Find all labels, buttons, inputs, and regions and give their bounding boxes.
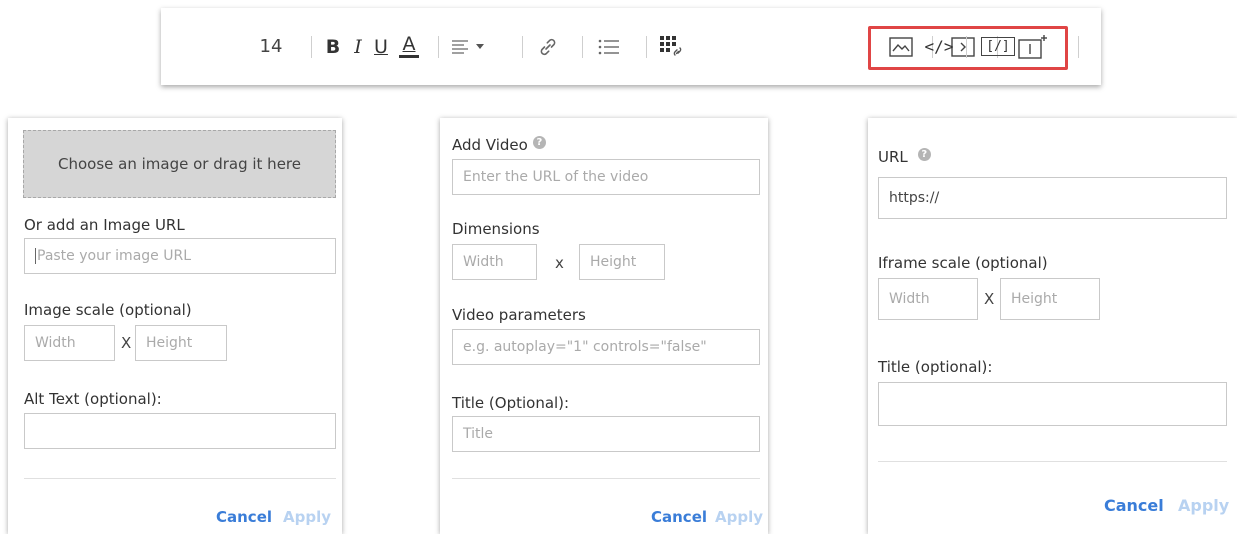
video-title-placeholder: Title (463, 426, 494, 442)
toolbar-divider (582, 36, 583, 58)
video-url-placeholder: Enter the URL of the video (463, 169, 649, 185)
align-left-icon (452, 39, 484, 54)
editor-toolbar: 14 B I U A (161, 8, 1101, 85)
video-dialog: Add Video? Enter the URL of the video Di… (440, 118, 768, 534)
underline-button[interactable]: U (370, 8, 392, 85)
text-color-label: A (402, 33, 416, 55)
divider (878, 461, 1227, 462)
code-block-label: [/] (981, 37, 1015, 56)
height-placeholder: Height (590, 254, 637, 270)
image-scale-label: Image scale (optional) (24, 301, 192, 319)
code-block-button[interactable]: [/] (976, 8, 1020, 85)
iframe-width-input[interactable]: Width (878, 278, 978, 320)
dimension-separator: X (984, 290, 995, 308)
video-width-input[interactable]: Width (452, 244, 537, 280)
italic-button[interactable]: I (347, 8, 369, 85)
iframe-url-value: https:// (889, 190, 940, 206)
video-params-label: Video parameters (452, 306, 586, 324)
dropzone-text: Choose an image or drag it here (57, 155, 301, 173)
dimensions-label: Dimensions (452, 220, 540, 238)
link-icon (540, 38, 556, 55)
insert-image-button[interactable] (879, 8, 923, 85)
divider (452, 478, 760, 479)
toolbar-divider (646, 36, 647, 58)
font-size-selector[interactable]: 14 (253, 8, 289, 85)
dimension-separator: x (555, 254, 564, 272)
iframe-dialog: URL? https:// Iframe scale (optional) Wi… (868, 118, 1237, 534)
iframe-title-label: Title (optional): (878, 358, 993, 376)
video-height-input[interactable]: Height (579, 244, 665, 280)
help-icon[interactable]: ? (532, 136, 546, 149)
dimension-separator: X (121, 334, 132, 352)
toolbar-divider (438, 36, 439, 58)
apply-button[interactable]: Apply (715, 508, 763, 526)
height-placeholder: Height (146, 335, 193, 351)
height-placeholder: Height (1011, 291, 1058, 307)
video-params-placeholder: e.g. autoplay="1" controls="false" (463, 339, 707, 355)
width-placeholder: Width (35, 335, 76, 351)
iframe-url-label: URL? (878, 148, 931, 166)
video-url-input[interactable]: Enter the URL of the video (452, 159, 760, 195)
cancel-button[interactable]: Cancel (651, 508, 707, 526)
image-url-input[interactable]: Paste your image URL (24, 238, 336, 274)
add-video-text: Add Video (452, 136, 528, 154)
width-placeholder: Width (463, 254, 504, 270)
image-url-placeholder: Paste your image URL (37, 248, 191, 264)
video-title-label: Title (Optional): (452, 394, 570, 412)
iframe-scale-label: Iframe scale (optional) (878, 254, 1048, 272)
image-height-input[interactable]: Height (135, 325, 227, 361)
alt-text-label: Alt Text (optional): (24, 390, 162, 408)
table-link-icon (660, 35, 682, 56)
add-video-label: Add Video? (452, 136, 546, 154)
video-params-input[interactable]: e.g. autoplay="1" controls="false" (452, 329, 760, 365)
align-dropdown[interactable] (449, 8, 491, 85)
text-color-button[interactable]: A (395, 8, 423, 85)
text-caret (35, 248, 36, 264)
toolbar-divider (522, 36, 523, 58)
toolbar-divider (966, 36, 967, 58)
list-icon (598, 39, 619, 54)
image-icon (889, 36, 913, 57)
iframe-url-text: URL (878, 148, 908, 166)
toolbar-divider (1078, 36, 1079, 58)
inline-code-button[interactable]: </> (921, 8, 957, 85)
iframe-title-input[interactable] (878, 382, 1227, 426)
image-url-label: Or add an Image URL (24, 216, 185, 234)
image-width-input[interactable]: Width (24, 325, 115, 361)
iframe-icon (1018, 34, 1047, 59)
divider (24, 478, 336, 479)
link-button[interactable] (533, 8, 563, 85)
width-placeholder: Width (889, 291, 930, 307)
cancel-button[interactable]: Cancel (1104, 496, 1164, 515)
iframe-height-input[interactable]: Height (1000, 278, 1100, 320)
image-dialog: Choose an image or drag it here Or add a… (8, 118, 342, 534)
alt-text-input[interactable] (24, 413, 336, 449)
bold-button[interactable]: B (321, 8, 345, 85)
toolbar-divider (311, 36, 312, 58)
help-icon[interactable]: ? (917, 148, 931, 161)
video-title-input[interactable]: Title (452, 416, 760, 452)
image-dropzone[interactable]: Choose an image or drag it here (23, 130, 336, 198)
apply-button[interactable]: Apply (283, 508, 331, 526)
bullet-list-button[interactable] (593, 8, 625, 85)
insert-table-button[interactable] (656, 8, 688, 85)
apply-button[interactable]: Apply (1178, 496, 1229, 515)
cancel-button[interactable]: Cancel (216, 508, 272, 526)
iframe-url-input[interactable]: https:// (878, 177, 1227, 219)
text-color-swatch (399, 55, 419, 58)
